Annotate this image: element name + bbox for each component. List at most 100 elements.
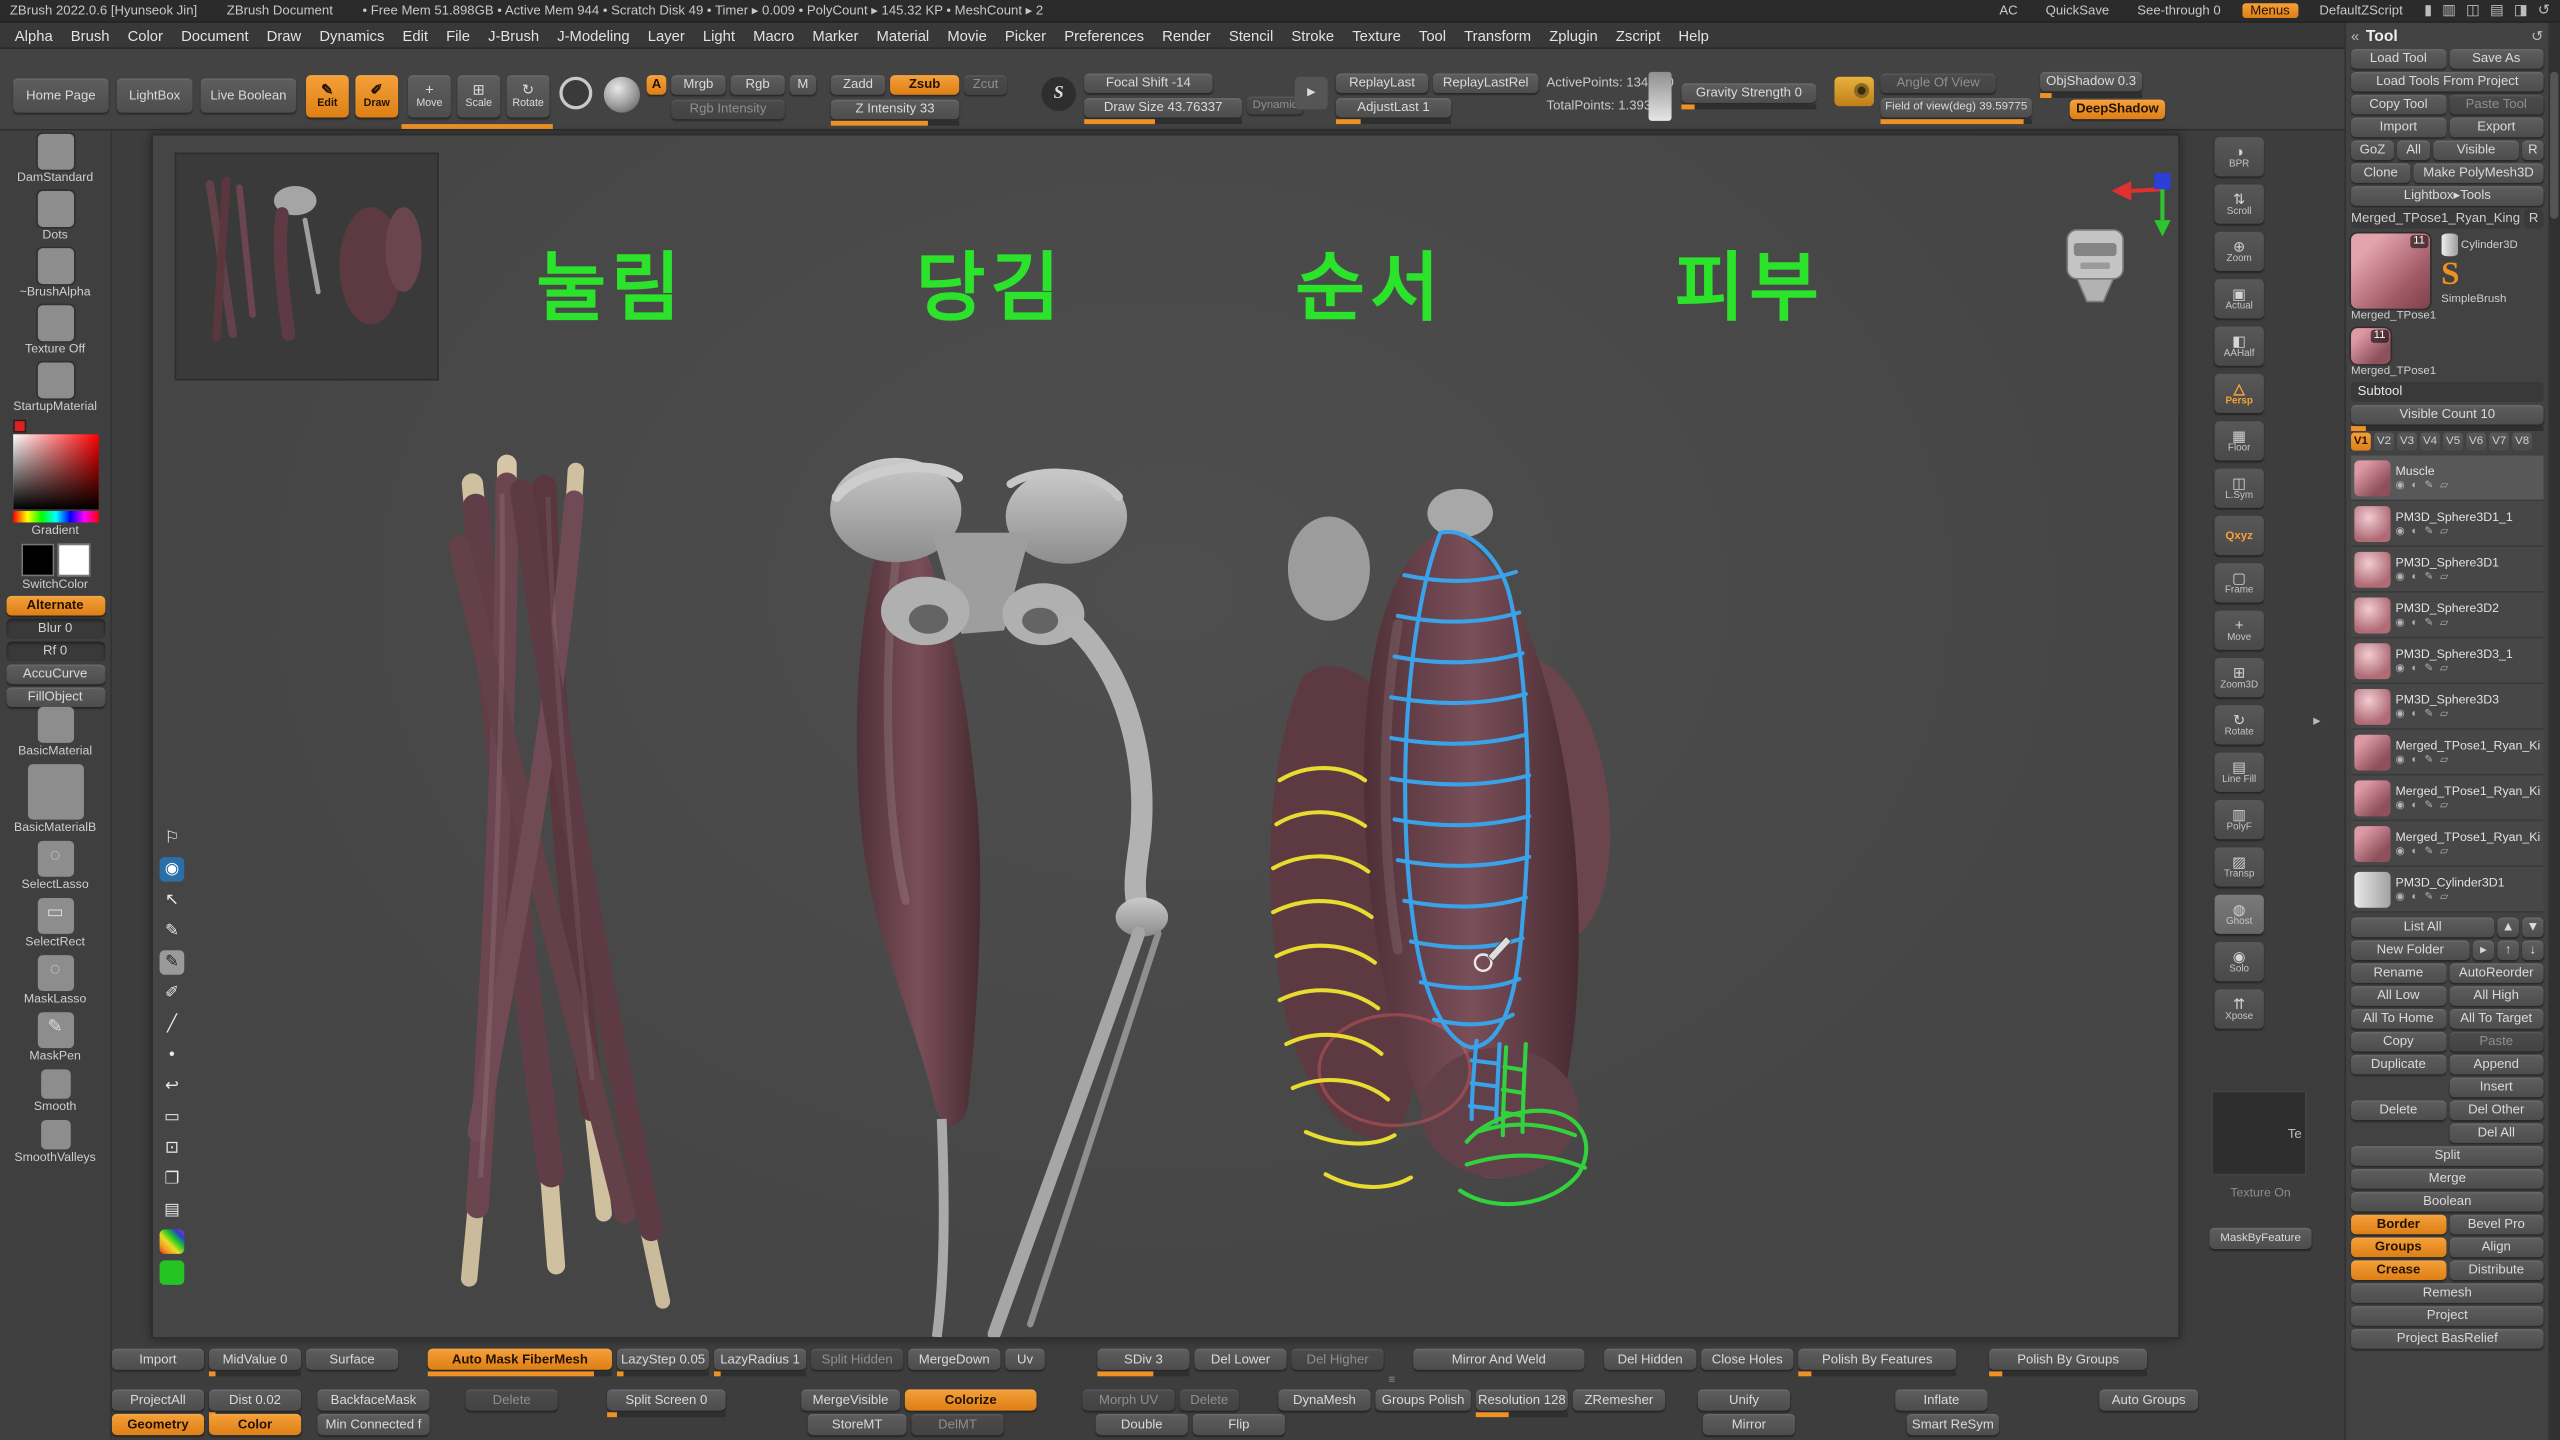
menu-item[interactable]: Layer bbox=[648, 27, 685, 43]
menu-item[interactable]: Tool bbox=[1419, 27, 1446, 43]
colorize-button[interactable]: Colorize bbox=[905, 1389, 1037, 1410]
eraser-icon[interactable]: ▭ bbox=[160, 1105, 185, 1129]
maskpen-brush[interactable]: ✎ MaskPen bbox=[0, 1012, 110, 1064]
mergedown-button[interactable]: MergeDown bbox=[908, 1349, 1000, 1370]
angle-of-view-button[interactable]: Angle Of View bbox=[1881, 73, 1996, 93]
border-button[interactable]: Border bbox=[2351, 1215, 2446, 1235]
scrollbar-thumb[interactable] bbox=[2550, 72, 2558, 219]
mirror-button[interactable]: Mirror bbox=[1703, 1414, 1795, 1435]
undo-icon[interactable]: ↩ bbox=[160, 1074, 185, 1098]
divider-icon[interactable]: ▮ bbox=[2424, 2, 2432, 20]
uv-icon[interactable]: ▱ bbox=[2440, 891, 2448, 904]
pencil-icon[interactable]: ✎ bbox=[160, 950, 185, 974]
remesh-button[interactable]: Remesh bbox=[2351, 1283, 2543, 1303]
bevel-pro-button[interactable]: Bevel Pro bbox=[2449, 1215, 2544, 1235]
saturation-value-picker[interactable] bbox=[12, 434, 98, 509]
zoom3d-button[interactable]: ⊞ Zoom3D bbox=[2214, 658, 2263, 697]
focal-shift-slider[interactable]: Focal Shift -14 bbox=[1084, 73, 1212, 93]
polypaint-icon[interactable]: ◐ bbox=[2411, 479, 2417, 492]
dynamesh-button[interactable]: DynaMesh bbox=[1278, 1389, 1370, 1410]
see-through-slider[interactable]: See-through 0 bbox=[2131, 3, 2228, 18]
blur-slider[interactable]: Blur 0 bbox=[6, 619, 105, 639]
close-holes-button[interactable]: Close Holes bbox=[1701, 1349, 1793, 1370]
polypaint-icon[interactable]: ◐ bbox=[2411, 845, 2417, 858]
sculpt-brush-icon[interactable]: ✎ bbox=[2424, 662, 2433, 675]
subtool-down-button[interactable]: ▼ bbox=[2522, 918, 2543, 938]
menu-item[interactable]: Light bbox=[703, 27, 735, 43]
menu-item[interactable]: Marker bbox=[812, 27, 858, 43]
adjust-last-slider[interactable]: AdjustLast 1 bbox=[1336, 98, 1451, 118]
solo-button[interactable]: ◉ Solo bbox=[2214, 942, 2263, 981]
version-tab-v8[interactable]: V8 bbox=[2512, 433, 2532, 451]
export-tool-button[interactable]: Export bbox=[2449, 118, 2544, 138]
replay-last-button[interactable]: ReplayLast bbox=[1336, 73, 1428, 93]
sculpt-brush-icon[interactable]: ✎ bbox=[2424, 891, 2433, 904]
cylinder-thumbnail[interactable] bbox=[2441, 233, 2457, 256]
aahalf-button[interactable]: ◧ AAHalf bbox=[2214, 327, 2263, 366]
delete-subtool-button[interactable]: Delete bbox=[2351, 1100, 2446, 1120]
menu-item[interactable]: Help bbox=[1678, 27, 1708, 43]
unify-button[interactable]: Unify bbox=[1698, 1389, 1790, 1410]
menu-item[interactable]: Macro bbox=[753, 27, 794, 43]
bpr-button[interactable]: ◑ BPR bbox=[2214, 137, 2263, 176]
project-basrelief-button[interactable]: Project BasRelief bbox=[2351, 1329, 2543, 1349]
uv-icon[interactable]: ▱ bbox=[2440, 479, 2448, 492]
hue-strip[interactable] bbox=[12, 511, 98, 522]
visibility-eye-icon[interactable]: ◉ bbox=[160, 857, 185, 881]
draw-size-slider[interactable]: Draw Size 43.76337 bbox=[1084, 98, 1242, 118]
polypaint-icon[interactable]: ◐ bbox=[2411, 708, 2417, 721]
masklasso-brush[interactable]: ◌ MaskLasso bbox=[0, 955, 110, 1007]
split-screen-slider[interactable]: Split Screen 0 bbox=[607, 1389, 725, 1410]
mergevisible-button[interactable]: MergeVisible bbox=[801, 1389, 900, 1410]
subtool-item[interactable]: PM3D_Sphere3D3_1 ◉ ◐ ✎ ▱ bbox=[2351, 638, 2543, 684]
menu-item[interactable]: Dynamics bbox=[319, 27, 384, 43]
deep-shadow-button[interactable]: DeepShadow bbox=[2070, 100, 2165, 120]
polypaint-icon[interactable]: ◐ bbox=[2411, 753, 2417, 766]
visibility-eye-icon[interactable]: ◉ bbox=[2395, 799, 2404, 812]
subtool-item[interactable]: Merged_TPose1_Ryan_Kingslie ◉ ◐ ✎ ▱ bbox=[2351, 730, 2543, 776]
midvalue-slider[interactable]: MidValue 0 bbox=[209, 1349, 301, 1370]
visibility-eye-icon[interactable]: ◉ bbox=[2395, 845, 2404, 858]
split-view-icon[interactable]: ◨ bbox=[2514, 2, 2528, 20]
anchor-a-button[interactable]: A bbox=[647, 75, 667, 95]
selectrect-brush[interactable]: ▭ SelectRect bbox=[0, 898, 110, 950]
visible-count-slider[interactable]: Visible Count 10 bbox=[2351, 405, 2543, 425]
dist-slider[interactable]: Dist 0.02 bbox=[209, 1389, 301, 1410]
move-button[interactable]: + Move bbox=[408, 75, 451, 117]
uv-icon[interactable]: ▱ bbox=[2440, 708, 2448, 721]
edit-button[interactable]: ✎ Edit bbox=[306, 75, 349, 117]
canvas-3d-scene[interactable] bbox=[153, 136, 2178, 1338]
menu-item[interactable]: Material bbox=[877, 27, 930, 43]
import-tool-button[interactable]: Import bbox=[2351, 118, 2446, 138]
subtool-up-button[interactable]: ▲ bbox=[2497, 918, 2518, 938]
version-tab-v2[interactable]: V2 bbox=[2374, 433, 2394, 451]
field-of-view-slider[interactable]: Field of view(deg) 39.59775 bbox=[1881, 98, 2032, 118]
material-basicmaterial[interactable]: BasicMaterial bbox=[0, 707, 110, 759]
columns-icon[interactable]: ◫ bbox=[2466, 2, 2480, 20]
menu-item[interactable]: Preferences bbox=[1064, 27, 1144, 43]
sculpt-brush-icon[interactable]: ✎ bbox=[2424, 845, 2433, 858]
grid-icon[interactable]: ▥ bbox=[2442, 2, 2456, 20]
live-boolean-button[interactable]: Live Boolean bbox=[201, 78, 296, 112]
version-tab-v3[interactable]: V3 bbox=[2397, 433, 2417, 451]
make-polymesh3d-button[interactable]: Make PolyMesh3D bbox=[2414, 163, 2544, 183]
rows-icon[interactable]: ▤ bbox=[2490, 2, 2504, 20]
new-folder-button[interactable]: New Folder bbox=[2351, 940, 2469, 960]
menu-item[interactable]: Stroke bbox=[1291, 27, 1334, 43]
polypaint-icon[interactable]: ◐ bbox=[2411, 525, 2417, 538]
copy-subtool-button[interactable]: Copy bbox=[2351, 1032, 2446, 1052]
accucurve-button[interactable]: AccuCurve bbox=[6, 664, 105, 684]
polypaint-icon[interactable]: ◐ bbox=[2411, 616, 2417, 629]
quicksave-button[interactable]: QuickSave bbox=[2039, 3, 2116, 18]
m-button[interactable]: M bbox=[790, 75, 816, 95]
zoom-button[interactable]: ⊕ Zoom bbox=[2214, 232, 2263, 271]
goz-visible-button[interactable]: Visible bbox=[2433, 140, 2519, 160]
replay-icon[interactable]: ▸ bbox=[1295, 77, 1328, 110]
load-tool-button[interactable]: Load Tool bbox=[2351, 49, 2446, 69]
reset-icon[interactable]: ↺ bbox=[2538, 2, 2550, 20]
alpha-preview[interactable] bbox=[604, 77, 640, 113]
smooth-brush[interactable]: Smooth bbox=[0, 1069, 110, 1115]
obj-shadow-slider[interactable]: ObjShadow 0.3 bbox=[2040, 72, 2142, 92]
shelf-slider-strip[interactable] bbox=[401, 124, 552, 129]
auto-groups-button[interactable]: Auto Groups bbox=[2099, 1389, 2198, 1410]
